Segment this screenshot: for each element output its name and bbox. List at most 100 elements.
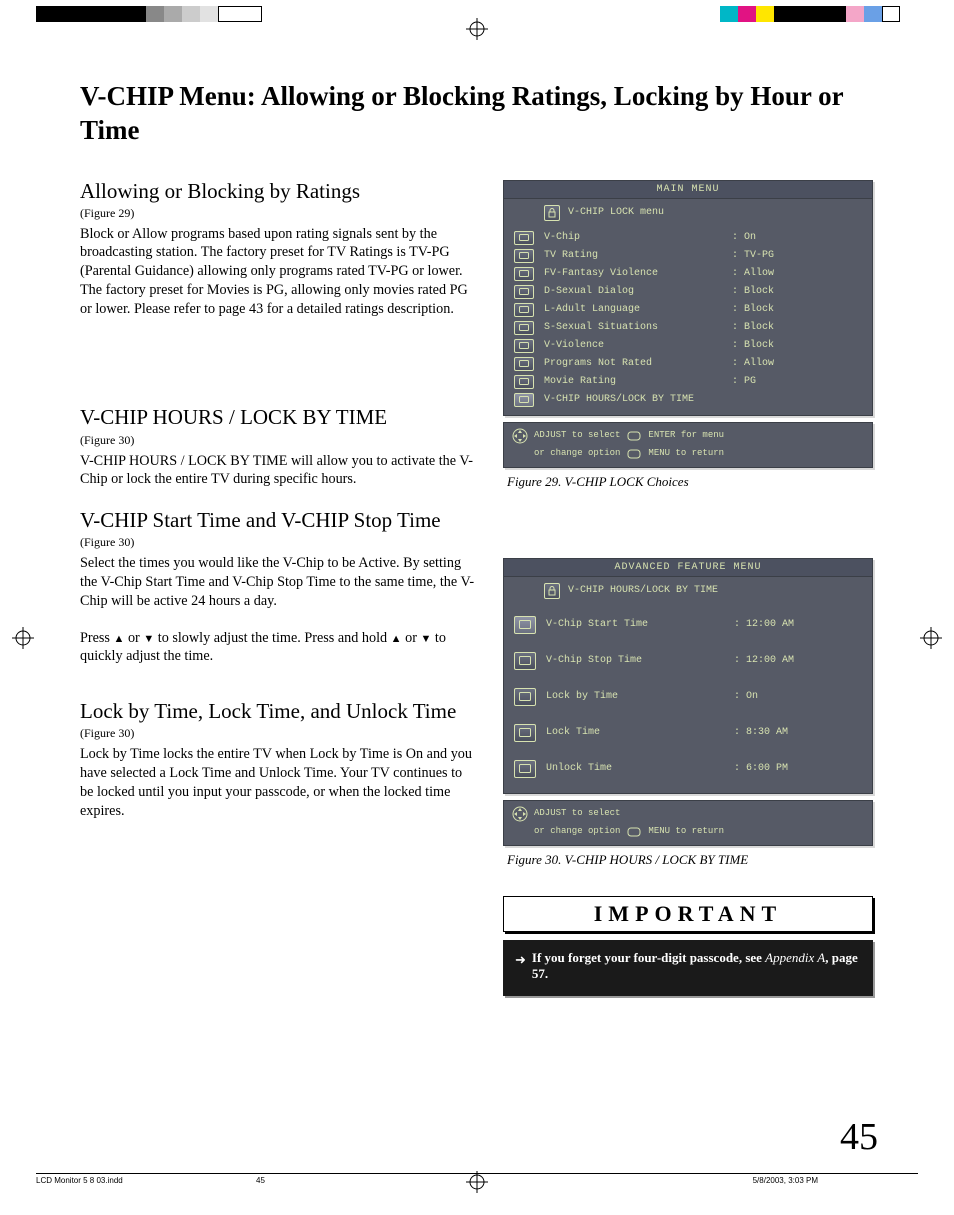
- footer-filename: LCD Monitor 5 8 03.indd: [36, 1176, 256, 1185]
- osd-title: ADVANCED FEATURE MENU: [504, 559, 872, 577]
- osd-row-value: TV-PG: [732, 250, 774, 261]
- osd-menu-row: Movie RatingPG: [504, 373, 872, 391]
- help-text: ENTER for menu: [648, 429, 724, 442]
- osd-row-value: Block: [732, 304, 774, 315]
- arrow-right-icon: ➜: [515, 952, 526, 984]
- important-body: ➜ If you forget your four-digit passcode…: [503, 940, 873, 996]
- help-text: ADJUST to select: [534, 429, 620, 442]
- osd-row-label: V-Chip Stop Time: [546, 655, 734, 666]
- osd-row-label: TV Rating: [544, 250, 732, 261]
- colorbar-swatch: [756, 6, 774, 22]
- osd-menu-row: V-ViolenceBlock: [504, 337, 872, 355]
- colorbar-swatch: [36, 6, 146, 22]
- body-paragraph: Lock by Time locks the entire TV when Lo…: [80, 745, 475, 820]
- osd-menu-row: V-Chip Start Time12:00 AM: [504, 607, 872, 643]
- text-fragment: If you forget your four-digit passcode, …: [532, 950, 765, 965]
- colorbar-swatch: [164, 6, 182, 22]
- left-column: Allowing or Blocking by Ratings (Figure …: [80, 178, 475, 996]
- osd-row-label: V-CHIP HOURS/LOCK BY TIME: [544, 394, 732, 405]
- footer-date: 5/8/2003, 3:03 PM: [753, 1176, 918, 1185]
- footer-page: 45: [256, 1176, 476, 1185]
- menu-item-icon: [514, 321, 534, 335]
- section-heading: Lock by Time, Lock Time, and Unlock Time: [80, 698, 475, 724]
- osd-row-label: S-Sexual Situations: [544, 322, 732, 333]
- down-triangle-icon: ▼: [420, 632, 431, 647]
- body-paragraph: Select the times you would like the V-Ch…: [80, 554, 475, 610]
- osd-row-label: Movie Rating: [544, 376, 732, 387]
- colorbar-swatch: [774, 6, 846, 22]
- osd-row-value: Block: [732, 322, 774, 333]
- menu-item-icon: [514, 231, 534, 245]
- registration-mark-icon: [466, 18, 488, 40]
- osd-subtitle: V-CHIP HOURS/LOCK BY TIME: [504, 577, 872, 607]
- osd-menu-row: L-Adult LanguageBlock: [504, 301, 872, 319]
- help-text: ADJUST to select: [534, 807, 620, 820]
- colorbar-swatch: [846, 6, 864, 22]
- colorbar-swatch: [882, 6, 900, 22]
- osd-row-label: V-Chip: [544, 232, 732, 243]
- menu-item-icon: [514, 616, 536, 634]
- osd-row-value: 12:00 AM: [734, 655, 794, 666]
- osd-row-value: 6:00 PM: [734, 763, 788, 774]
- page: V-CHIP Menu: Allowing or Blocking Rating…: [0, 0, 954, 1215]
- osd-row-label: L-Adult Language: [544, 304, 732, 315]
- osd-help-bar: ADJUST to select ENTER for menu or chang…: [503, 422, 873, 468]
- important-callout: IMPORTANT ➜ If you forget your four-digi…: [503, 896, 873, 996]
- menu-item-icon: [514, 652, 536, 670]
- menu-item-icon: [514, 249, 534, 263]
- help-text: or change option: [534, 825, 620, 838]
- registration-mark-icon: [920, 627, 942, 649]
- menu-item-icon: [514, 760, 536, 778]
- osd-row-value: Block: [732, 340, 774, 351]
- section-heading: V-CHIP HOURS / LOCK BY TIME: [80, 404, 475, 430]
- osd-menu-row: TV RatingTV-PG: [504, 247, 872, 265]
- colorbar-swatch: [182, 6, 200, 22]
- figure-reference: (Figure 30): [80, 535, 475, 550]
- osd-menu-row: Lock by TimeOn: [504, 679, 872, 715]
- osd-menu-screenshot: MAIN MENU V-CHIP LOCK menu V-ChipOnTV Ra…: [503, 180, 873, 416]
- menu-item-icon: [514, 724, 536, 742]
- up-triangle-icon: ▲: [391, 632, 402, 647]
- help-text: or change option: [534, 447, 620, 460]
- osd-row-value: 8:30 AM: [734, 727, 788, 738]
- menu-item-icon: [514, 688, 536, 706]
- osd-menu-screenshot: ADVANCED FEATURE MENU V-CHIP HOURS/LOCK …: [503, 558, 873, 794]
- osd-row-value: Allow: [732, 268, 774, 279]
- help-text: MENU to return: [648, 447, 724, 460]
- right-column: MAIN MENU V-CHIP LOCK menu V-ChipOnTV Ra…: [503, 178, 873, 996]
- osd-row-value: Allow: [732, 358, 774, 369]
- osd-row-value: 12:00 AM: [734, 619, 794, 630]
- osd-row-value: On: [732, 232, 756, 243]
- osd-row-label: V-Violence: [544, 340, 732, 351]
- figure-caption: Figure 29. V-CHIP LOCK Choices: [507, 474, 873, 490]
- osd-menu-row: Unlock Time6:00 PM: [504, 751, 872, 787]
- osd-subtitle-text: V-CHIP LOCK menu: [568, 207, 664, 218]
- colorbar-swatch: [738, 6, 756, 22]
- osd-menu-row: S-Sexual SituationsBlock: [504, 319, 872, 337]
- menu-item-icon: [514, 339, 534, 353]
- figure-reference: (Figure 29): [80, 206, 475, 221]
- menu-item-icon: [514, 303, 534, 317]
- up-triangle-icon: ▲: [114, 632, 125, 647]
- osd-menu-row: FV-Fantasy ViolenceAllow: [504, 265, 872, 283]
- text-fragment: Press: [80, 630, 114, 646]
- section-heading: Allowing or Blocking by Ratings: [80, 178, 475, 204]
- osd-help-bar: ADJUST to select or change option MENU t…: [503, 800, 873, 846]
- text-fragment: or: [402, 630, 421, 646]
- lock-icon: [544, 205, 560, 221]
- registration-mark-icon: [12, 627, 34, 649]
- osd-menu-row: D-Sexual DialogBlock: [504, 283, 872, 301]
- body-paragraph: Press ▲ or ▼ to slowly adjust the time. …: [80, 629, 475, 666]
- important-title: IMPORTANT: [503, 896, 873, 932]
- osd-row-label: D-Sexual Dialog: [544, 286, 732, 297]
- figure-reference: (Figure 30): [80, 726, 475, 741]
- osd-row-value: On: [734, 691, 758, 702]
- osd-subtitle-text: V-CHIP HOURS/LOCK BY TIME: [568, 585, 718, 596]
- section-heading: V-CHIP Start Time and V-CHIP Stop Time: [80, 507, 475, 533]
- osd-menu-row: Programs Not RatedAllow: [504, 355, 872, 373]
- menu-button-icon: [626, 824, 642, 840]
- osd-row-label: Programs Not Rated: [544, 358, 732, 369]
- dpad-icon: [512, 806, 528, 822]
- osd-row-label: Unlock Time: [546, 763, 734, 774]
- colorbar-swatch: [146, 6, 164, 22]
